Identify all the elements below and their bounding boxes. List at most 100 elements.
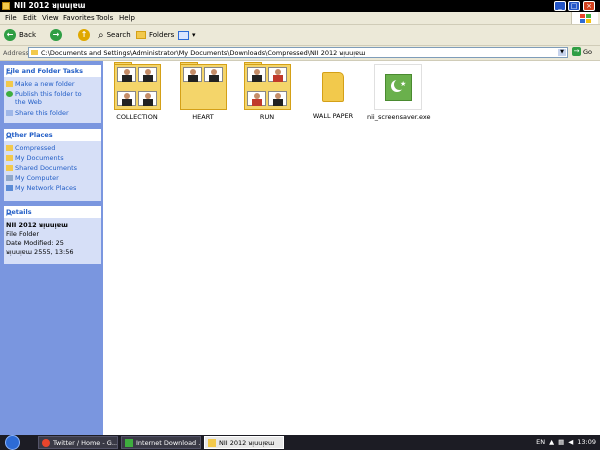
windows-start-icon (5, 435, 20, 450)
start-button[interactable] (2, 435, 26, 450)
shared-folder-icon (6, 165, 13, 171)
screensaver-exe-icon: ★ (374, 64, 422, 110)
taskbar-item-explorer[interactable]: NII 2012 ᴚᴉuuᴉɐɯ (204, 436, 284, 449)
details-modified: Date Modified: 25 ᴚᴉuuᴉɐɯ 2555, 13:56 (6, 239, 74, 256)
task-label: Make a new folder (15, 80, 75, 88)
other-places-panel: Other Places ︽ Compressed My Documents S… (4, 129, 101, 201)
search-button[interactable]: ⌕ Search (98, 28, 131, 42)
folder-icon (6, 145, 13, 151)
menu-favorites[interactable]: Favorites (63, 14, 95, 22)
photo-folder-icon (179, 62, 227, 110)
views-icon (178, 30, 189, 40)
language-indicator[interactable]: EN (536, 438, 545, 446)
file-name: COLLECTION (116, 113, 158, 121)
details-type: File Folder (6, 230, 40, 238)
taskbar-item-chrome[interactable]: Twitter / Home - G... (38, 436, 118, 449)
menu-bar: File Edit View Favorites Tools Help (0, 12, 600, 25)
address-label: Address (3, 49, 29, 57)
place-shared-documents[interactable]: Shared Documents (6, 164, 77, 172)
file-name: nii_screensaver.exe (367, 113, 431, 121)
maximize-button[interactable]: □ (568, 1, 580, 11)
network-icon (6, 185, 13, 191)
file-item-collection[interactable]: COLLECTION (109, 62, 165, 121)
panel-header[interactable]: Other Places ︽ (4, 129, 101, 141)
new-folder-icon (6, 81, 13, 87)
folder-icon (31, 50, 38, 55)
volume-icon[interactable]: ◀ (568, 438, 573, 446)
network-icon[interactable]: ▦ (558, 438, 564, 446)
place-my-documents[interactable]: My Documents (6, 154, 64, 162)
views-dropdown-icon: ▾ (192, 31, 196, 39)
windows-logo-icon (571, 12, 598, 24)
place-my-computer[interactable]: My Computer (6, 174, 59, 182)
close-button[interactable]: × (583, 1, 595, 11)
up-folder-button[interactable]: ↑ (78, 28, 90, 42)
share-icon (6, 110, 13, 116)
task-share-folder[interactable]: Share this folder (6, 109, 69, 117)
go-arrow-icon: → (572, 47, 581, 56)
address-input[interactable]: C:\Documents and Settings\Administrator\… (28, 47, 568, 58)
task-label: Publish this folder to the Web (15, 90, 82, 106)
taskbar-label: Internet Download ... (136, 438, 201, 447)
file-item-screensaver[interactable]: ★ nii_screensaver.exe (367, 64, 431, 121)
window-title-bar[interactable]: NII 2012 ᴚᴉuuᴉɐɯ _ □ × (0, 0, 600, 12)
file-name: RUN (259, 113, 275, 121)
file-item-wall-paper[interactable]: WALL PAPER (305, 64, 361, 120)
task-publish-folder[interactable]: Publish this folder to the Web (6, 90, 92, 106)
collapse-icon[interactable]: ︽ (6, 208, 98, 217)
computer-icon (6, 175, 13, 181)
download-manager-icon (125, 438, 133, 447)
back-button[interactable]: ← Back (4, 28, 36, 42)
system-tray: EN ▲ ▦ ◀ 13:09 (536, 438, 596, 446)
file-folder-tasks-panel: File and Folder Tasks ︽ Make a new folde… (4, 65, 101, 123)
file-name: HEART (192, 113, 214, 121)
taskbar-item-idm[interactable]: Internet Download ... (121, 436, 201, 449)
forward-button[interactable]: → (50, 28, 62, 42)
place-label: My Network Places (15, 184, 77, 192)
clock[interactable]: 13:09 (577, 438, 596, 446)
taskbar-label: Twitter / Home - G... (53, 438, 118, 447)
details-panel: Details ︽ NII 2012 ᴚᴉuuᴉɐɯ File Folder D… (4, 206, 101, 264)
address-bar: Address C:\Documents and Settings\Admini… (0, 46, 600, 61)
folders-icon (136, 31, 146, 39)
place-label: Shared Documents (15, 164, 78, 172)
go-button[interactable]: → Go (572, 47, 592, 56)
up-arrow-icon[interactable]: ▲ (549, 438, 554, 446)
views-button[interactable]: ▾ (178, 28, 196, 42)
task-make-new-folder[interactable]: Make a new folder (6, 80, 75, 88)
menu-view[interactable]: View (42, 14, 59, 22)
folders-button[interactable]: Folders (136, 28, 174, 42)
back-label: Back (19, 31, 36, 39)
collapse-icon[interactable]: ︽ (6, 131, 98, 140)
collapse-icon[interactable]: ︽ (6, 67, 98, 76)
up-folder-icon: ↑ (78, 29, 90, 41)
place-my-network[interactable]: My Network Places (6, 184, 76, 192)
folder-icon (208, 438, 216, 447)
folder-icon (322, 72, 344, 102)
search-label: Search (106, 31, 131, 39)
menu-file[interactable]: File (5, 14, 17, 22)
minimize-button[interactable]: _ (554, 1, 566, 11)
panel-header[interactable]: Details ︽ (4, 206, 101, 218)
globe-icon (6, 91, 13, 97)
file-item-run[interactable]: RUN (239, 62, 295, 121)
documents-icon (6, 155, 13, 161)
place-label: Compressed (15, 144, 56, 152)
go-label: Go (583, 47, 593, 56)
menu-tools[interactable]: Tools (96, 14, 113, 22)
place-compressed[interactable]: Compressed (6, 144, 55, 152)
chevron-down-icon[interactable]: ▼ (558, 49, 566, 56)
search-icon: ⌕ (98, 29, 104, 41)
menu-edit[interactable]: Edit (23, 14, 37, 22)
window-title: NII 2012 ᴚᴉuuᴉɐɯ (14, 1, 86, 10)
menu-help[interactable]: Help (119, 14, 135, 22)
file-item-heart[interactable]: HEART (175, 62, 231, 121)
file-name: WALL PAPER (312, 112, 354, 120)
taskbar: Twitter / Home - G... Internet Download … (0, 435, 600, 450)
address-path: C:\Documents and Settings\Administrator\… (41, 49, 366, 57)
panel-header[interactable]: File and Folder Tasks ︽ (4, 65, 101, 77)
taskbar-label: NII 2012 ᴚᴉuuᴉɐɯ (219, 438, 275, 447)
place-label: My Computer (15, 174, 59, 182)
chrome-icon (42, 438, 50, 447)
forward-arrow-icon: → (50, 29, 62, 41)
